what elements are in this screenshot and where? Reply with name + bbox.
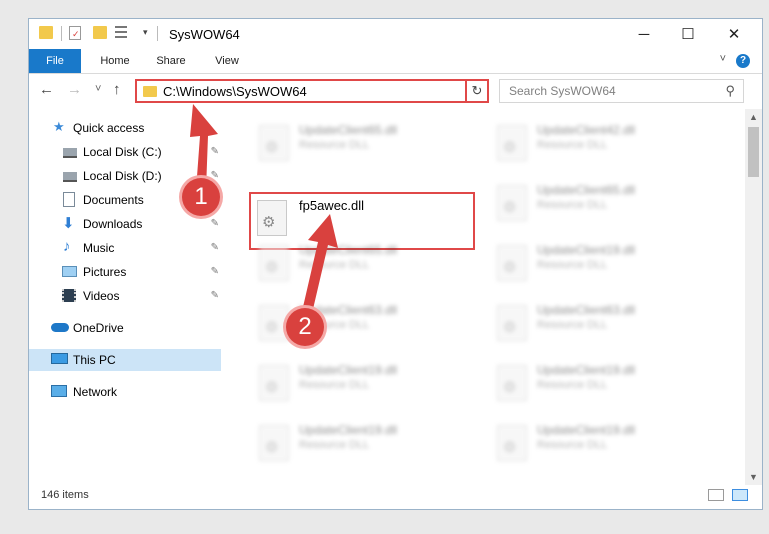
step-2-badge: 2 [286, 308, 324, 346]
annotation-arrows [190, 104, 338, 322]
arrow-2 [300, 214, 338, 322]
step-1-badge: 1 [182, 178, 220, 216]
arrow-1 [190, 104, 218, 190]
